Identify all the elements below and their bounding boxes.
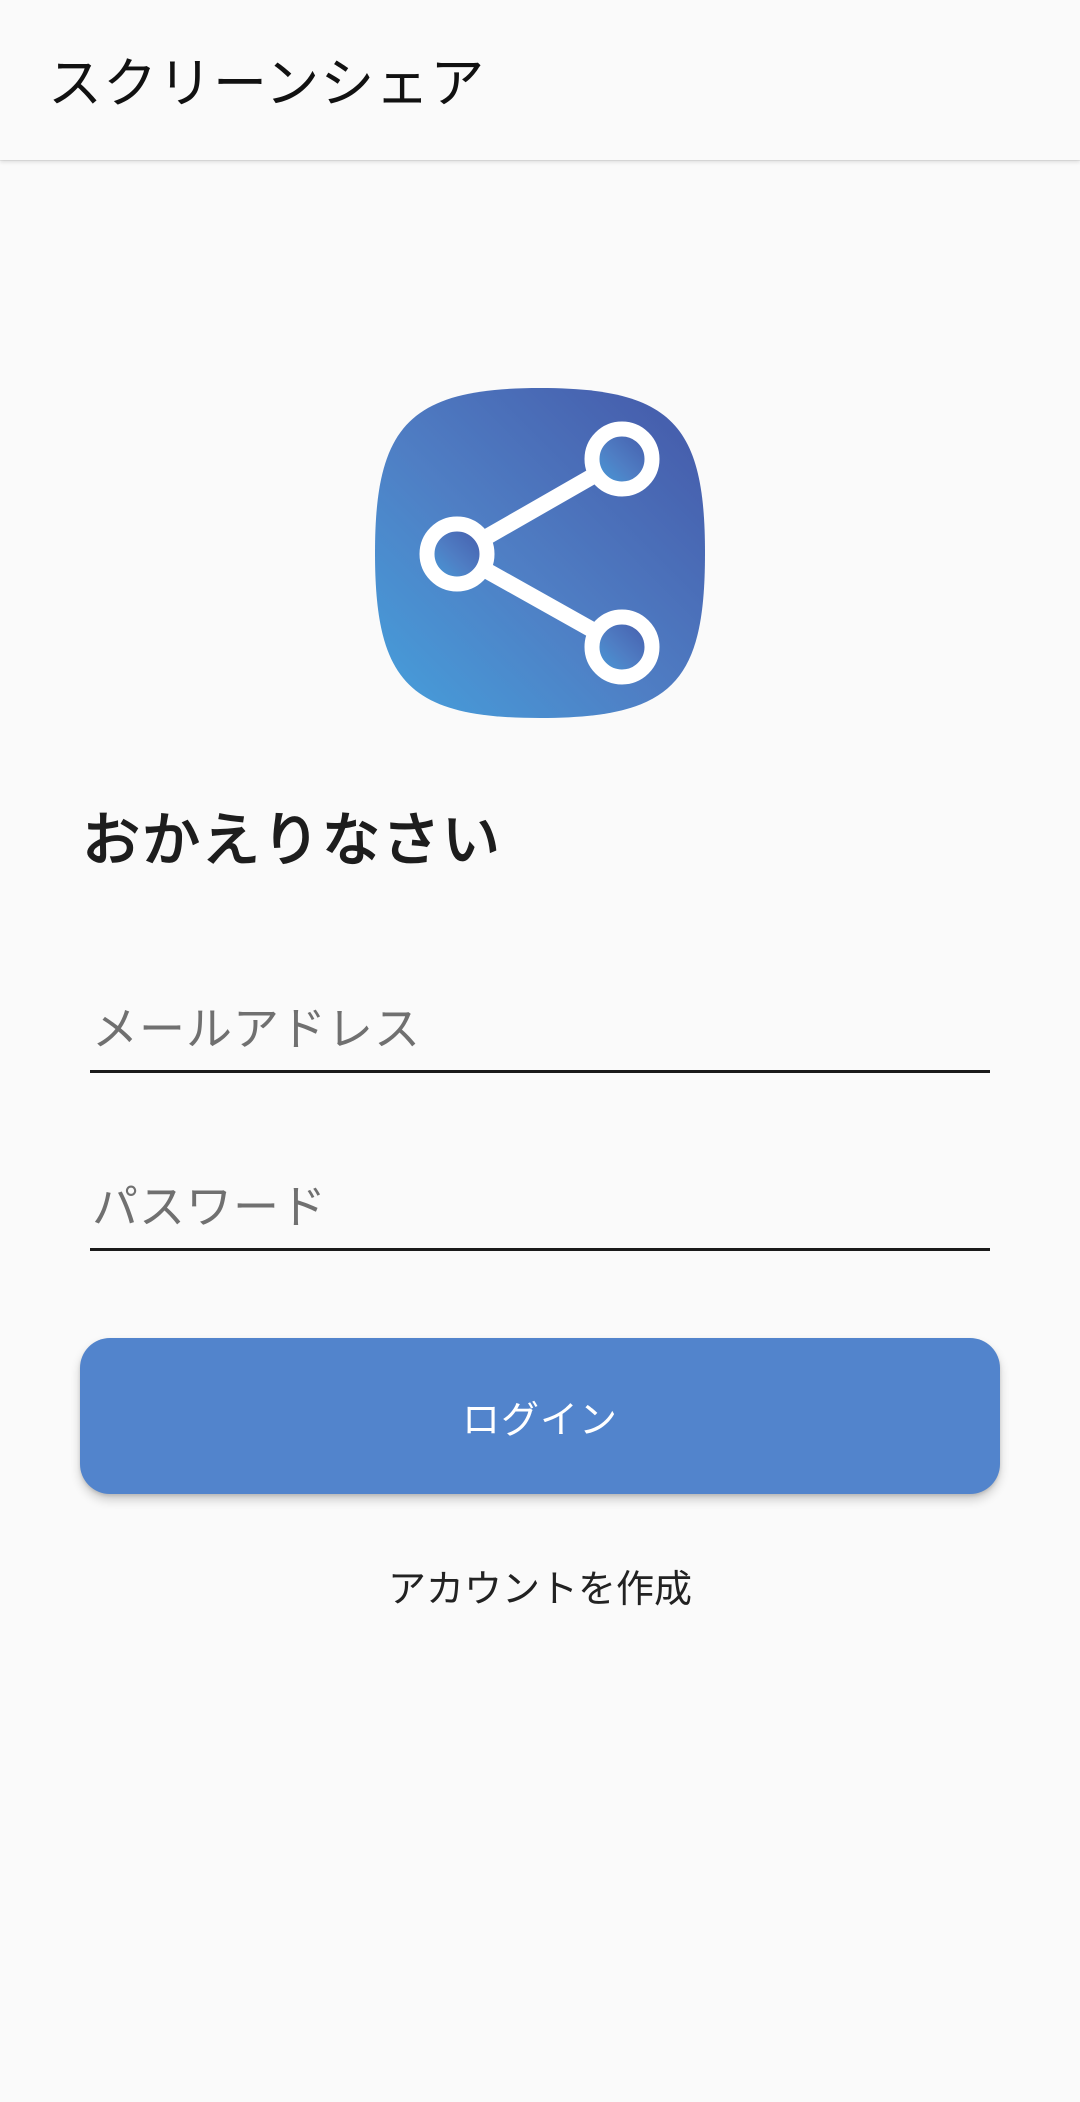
app-title: スクリーンシェア: [48, 52, 486, 115]
password-input[interactable]: [92, 1172, 982, 1242]
share-icon: [375, 388, 705, 718]
password-field[interactable]: [90, 1172, 990, 1251]
login-screen: スクリーンシェア おかえりなさい メールアドレス ログイン アカウントを作成: [0, 0, 1080, 2102]
app-logo: [373, 386, 707, 720]
create-account-link[interactable]: アカウントを作成: [340, 1560, 740, 1618]
app-bar: スクリーンシェア: [0, 0, 1080, 160]
login-button[interactable]: ログイン: [80, 1338, 1000, 1494]
email-field[interactable]: [90, 994, 990, 1073]
welcome-heading: おかえりなさい: [82, 806, 503, 874]
email-input[interactable]: [92, 994, 982, 1064]
